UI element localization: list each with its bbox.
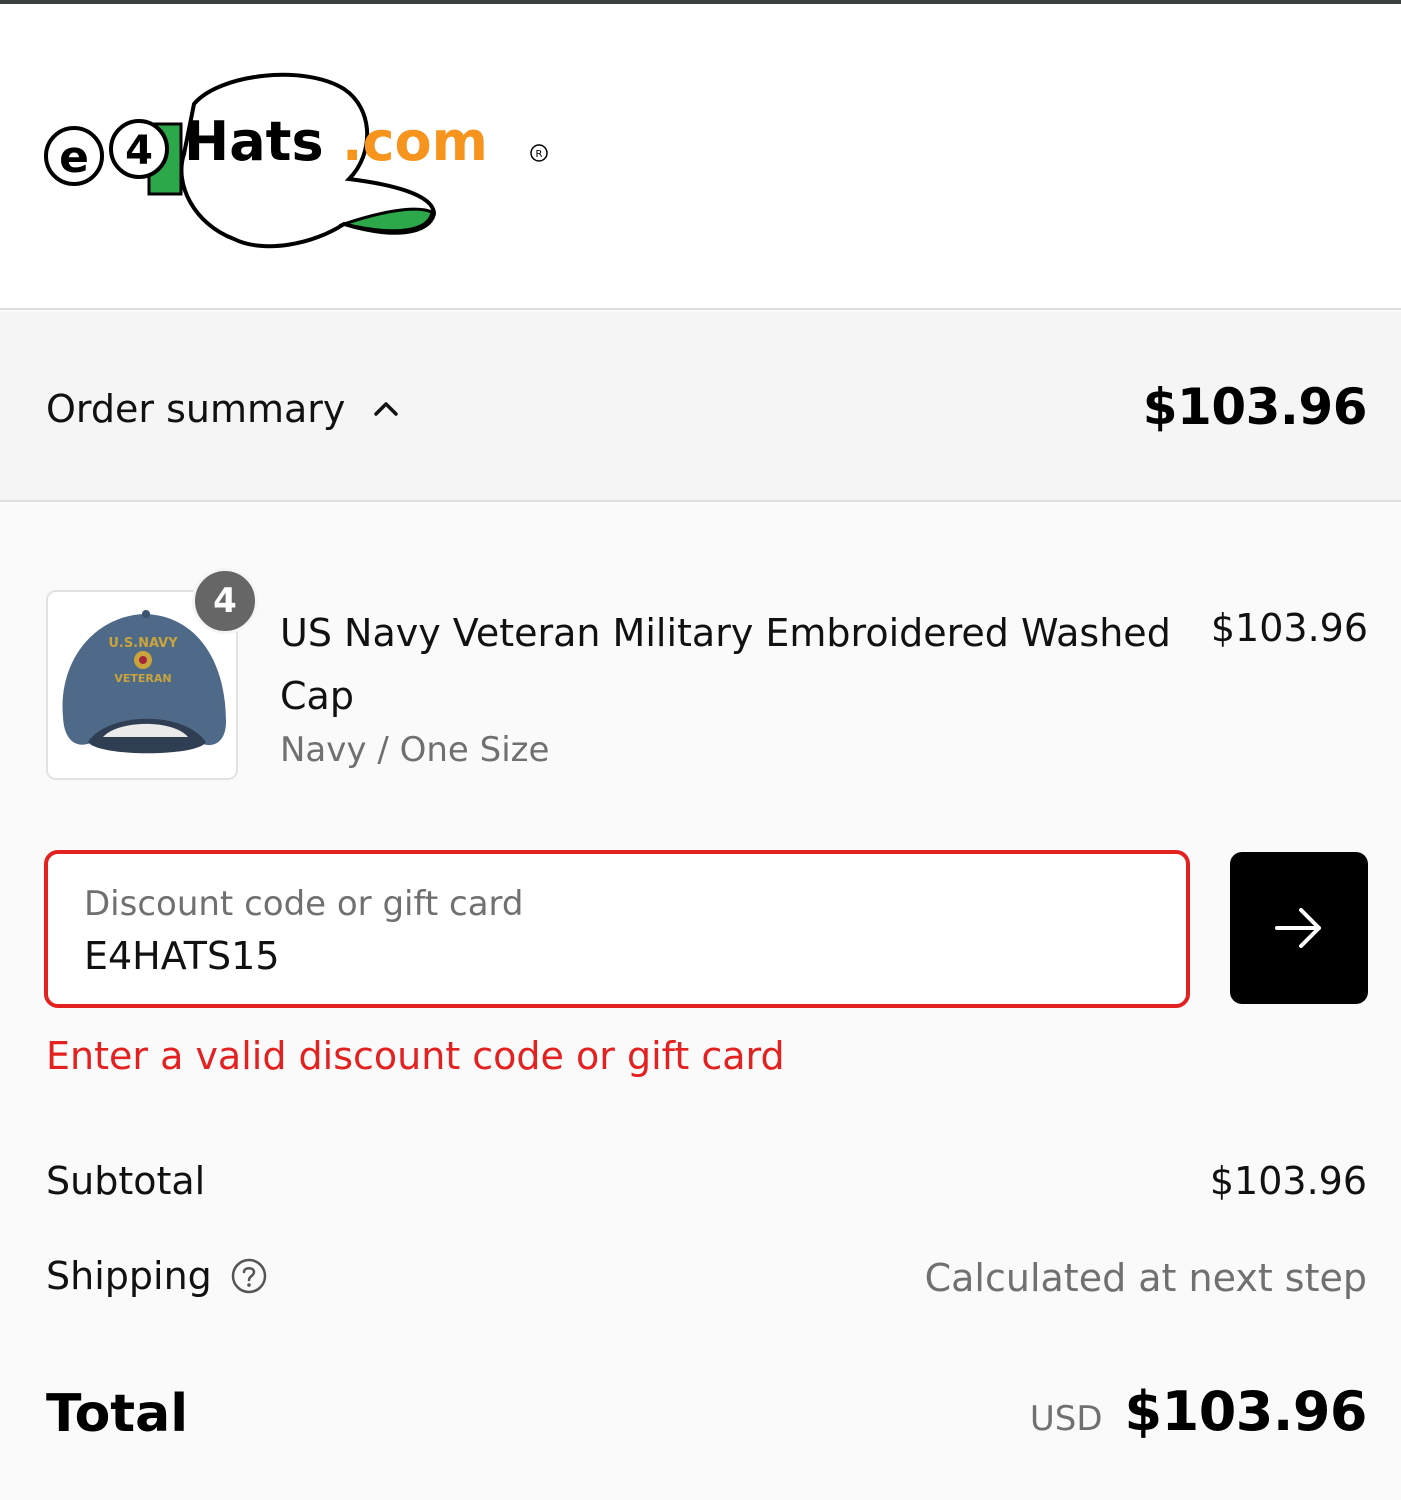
svg-text:U.S.NAVY: U.S.NAVY	[108, 636, 178, 651]
total-amount: USD $103.96	[1029, 1380, 1368, 1443]
subtotal-value: $103.96	[1209, 1159, 1367, 1203]
shipping-label: Shipping	[46, 1254, 212, 1298]
svg-text:R: R	[536, 149, 543, 160]
quantity-badge: 4	[192, 568, 258, 634]
product-price: $103.96	[1210, 606, 1368, 650]
e4hats-logo[interactable]: e 4 Hats .com R	[44, 64, 564, 264]
order-summary-content: U.S.NAVY VETERAN 4 US Navy Veteran Milit…	[0, 504, 1401, 1500]
svg-text:Hats: Hats	[184, 110, 324, 173]
order-summary-toggle[interactable]: Order summary	[46, 387, 401, 431]
currency-code: USD	[1029, 1399, 1103, 1439]
svg-text:.com: .com	[342, 110, 488, 173]
total-value: $103.96	[1124, 1380, 1368, 1443]
shipping-value: Calculated at next step	[924, 1256, 1367, 1300]
arrow-right-icon	[1275, 908, 1321, 948]
product-name: US Navy Veteran Military Embroidered Was…	[280, 611, 1171, 718]
discount-field-label: Discount code or gift card	[84, 884, 524, 924]
chevron-up-icon	[374, 402, 399, 416]
order-summary-label: Order summary	[46, 387, 346, 431]
total-label: Total	[46, 1384, 189, 1444]
product-variant: Navy / One Size	[280, 730, 550, 770]
discount-input-value[interactable]: E4HATS15	[84, 934, 280, 978]
svg-text:VETERAN: VETERAN	[114, 672, 171, 685]
header: e 4 Hats .com R	[0, 4, 1401, 310]
apply-discount-button[interactable]	[1230, 852, 1368, 1004]
line-item: U.S.NAVY VETERAN 4 US Navy Veteran Milit…	[46, 568, 1368, 785]
svg-text:e: e	[59, 132, 89, 183]
order-summary-total: $103.96	[1142, 378, 1368, 436]
subtotal-label: Subtotal	[46, 1159, 206, 1203]
svg-text:4: 4	[125, 128, 153, 174]
order-summary-bar: Order summary $103.96	[0, 312, 1401, 502]
shipping-row-label: Shipping	[46, 1254, 268, 1298]
discount-error-message: Enter a valid discount code or gift card	[46, 1034, 785, 1078]
discount-code-field[interactable]: Discount code or gift card E4HATS15	[44, 850, 1190, 1008]
question-circle-icon[interactable]	[230, 1257, 268, 1295]
